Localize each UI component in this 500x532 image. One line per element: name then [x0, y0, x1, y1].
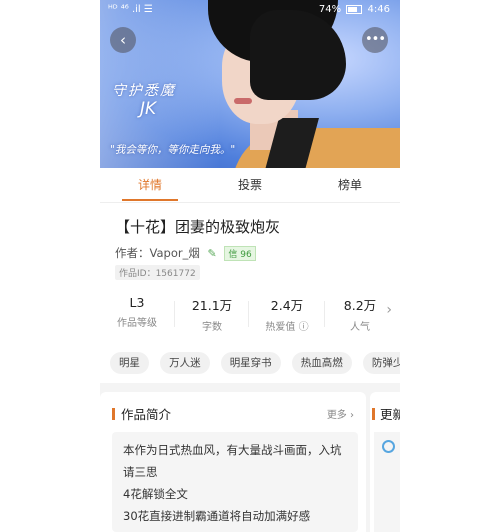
stat-level: L3 作品等级	[105, 295, 169, 329]
more-button[interactable]: •••	[362, 27, 388, 53]
stat-words: 21.1万 字数	[180, 295, 244, 333]
tag-item[interactable]: 万人迷	[160, 352, 210, 374]
back-button[interactable]: ‹	[110, 27, 136, 53]
intro-line: 本作为日式热血风，有大量战斗画面，入坑	[123, 443, 342, 457]
pen-icon: ✎	[207, 247, 217, 260]
more-dots-icon: •••	[364, 32, 386, 47]
stat-popularity: 8.2万 人气	[328, 295, 392, 333]
intro-card: 作品简介 更多 › 本作为日式热血风，有大量战斗画面，入坑 请三思 4花解锁全文…	[100, 392, 366, 532]
book-id: 作品ID：1561772	[115, 265, 200, 280]
signal-icons: ᴴᴰ ⁴⁶ .il ☰	[108, 4, 153, 15]
tag-item[interactable]: 热血高燃	[291, 352, 352, 374]
intro-line: 请三思	[123, 465, 158, 479]
book-info-card: 【十花】团妻的极致炮灰 作者：Vapor_烟 ✎ 信 96 作品ID：15617…	[100, 203, 400, 383]
intro-line: 30花直接进制霸通道将自动加满好感	[123, 509, 311, 523]
clock-icon	[382, 440, 395, 453]
battery-icon	[346, 4, 363, 14]
cover-banner: 守护悉魔 JK "我会等你，等你走向我。"	[100, 0, 400, 168]
author-row: 作者：Vapor_烟 ✎ 信 96	[115, 245, 256, 261]
battery-percent: 74%	[318, 4, 342, 15]
stat-love-label: 热爱值 ⓘ	[265, 322, 309, 333]
stat-love-value: 2.4万	[270, 298, 304, 313]
status-right: 74% 4:46	[319, 4, 390, 15]
chevron-right-icon: ›	[386, 302, 392, 318]
banner-title: 守护悉魔	[112, 83, 176, 99]
tab-bar: 详情 投票 榜单	[100, 168, 400, 203]
tab-indicator	[122, 199, 178, 201]
phone-screen: 守护悉魔 JK "我会等你，等你走向我。" ᴴᴰ ⁴⁶ .il ☰ 74% 4:…	[100, 0, 400, 532]
chevron-left-icon: ‹	[120, 31, 126, 49]
tab-ranking[interactable]: 榜单	[300, 168, 400, 202]
banner-subtitle: JK	[140, 99, 157, 119]
update-heading: 更新	[372, 404, 400, 423]
intro-heading-text: 作品简介	[121, 407, 172, 422]
clock: 4:46	[367, 4, 390, 15]
author-name[interactable]: Vapor_烟	[150, 246, 200, 260]
tab-vote[interactable]: 投票	[200, 168, 300, 202]
stat-love: 2.4万 热爱值 ⓘ	[255, 295, 319, 333]
stat-level-label: 作品等级	[117, 318, 157, 329]
author-label: 作者：	[115, 246, 150, 260]
book-title: 【十花】团妻的极致炮灰	[115, 218, 281, 236]
credit-badge: 信 96	[224, 246, 256, 261]
tag-item[interactable]: 明星穿书	[220, 352, 281, 374]
intro-more-link[interactable]: 更多 ›	[327, 406, 354, 421]
tab-details[interactable]: 详情	[100, 168, 200, 202]
stat-popularity-value: 8.2万	[343, 298, 377, 313]
intro-text-box: 本作为日式热血风，有大量战斗画面，入坑 请三思 4花解锁全文 30花直接进制霸通…	[112, 432, 358, 532]
stat-words-label: 字数	[202, 322, 222, 333]
update-card[interactable]: 更新	[370, 392, 400, 532]
stat-level-value: L3	[129, 295, 145, 310]
tag-item[interactable]: 明星	[110, 352, 149, 374]
tag-item[interactable]: 防弹少年团	[362, 352, 400, 374]
status-bar: ᴴᴰ ⁴⁶ .il ☰ 74% 4:46	[100, 0, 400, 20]
intro-line: 4花解锁全文	[123, 487, 188, 501]
intro-heading: 作品简介	[112, 404, 171, 423]
banner-quote: "我会等你，等你走向我。"	[110, 144, 236, 156]
stat-words-value: 21.1万	[191, 298, 233, 313]
stat-popularity-label: 人气	[350, 322, 370, 333]
stats-row[interactable]: L3 作品等级 21.1万 字数 2.4万 热爱值 ⓘ 8.2万 人气 ›	[100, 295, 400, 333]
update-heading-text: 更新	[380, 407, 400, 422]
tag-list: 明星 万人迷 明星穿书 热血高燃 防弹少年团	[110, 351, 400, 375]
